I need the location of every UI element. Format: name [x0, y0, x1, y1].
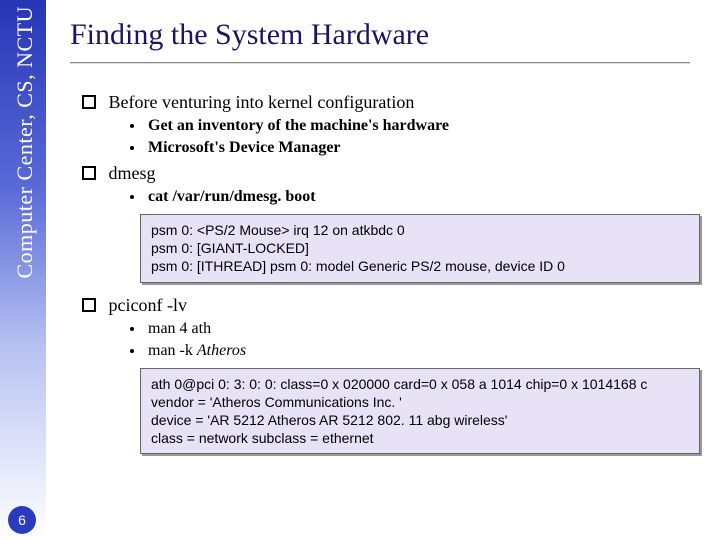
- bullet-text: pciconf -lv: [109, 295, 187, 315]
- subbullet-mank-atheros: man -k Atheros: [130, 342, 710, 360]
- square-bullet-icon: [82, 166, 96, 180]
- subbullet-text-prefix: man -k: [148, 342, 197, 359]
- output-box-dmesg: psm 0: <PS/2 Mouse> irq 12 on atkbdc 0 p…: [140, 214, 700, 283]
- content-area: Finding the System Hardware Before ventu…: [70, 0, 710, 540]
- bullet-dmesg: dmesg: [82, 163, 710, 184]
- title-divider: [70, 62, 690, 64]
- subbullet-text-italic: Atheros: [197, 342, 246, 359]
- subbullet-text-bold: /var/run/dmesg. boot: [172, 188, 315, 205]
- slide-body: Before venturing into kernel configurati…: [70, 92, 710, 454]
- subbullet-text: Get an inventory of the machine's hardwa…: [148, 117, 449, 134]
- bullet-pciconf: pciconf -lv: [82, 295, 710, 316]
- output-box-pciconf: ath 0@pci 0: 3: 0: 0: class=0 x 020000 c…: [140, 368, 700, 455]
- subbullet-text: man 4 ath: [148, 320, 211, 337]
- square-bullet-icon: [82, 95, 96, 109]
- bullet-text: Before venturing into kernel configurati…: [109, 92, 415, 112]
- dot-bullet-icon: [130, 195, 134, 199]
- page-number: 6: [18, 512, 26, 528]
- dot-bullet-icon: [130, 349, 134, 353]
- subbullet-text-prefix: cat: [148, 188, 172, 205]
- sidebar: Computer Center, CS, NCTU: [0, 0, 46, 540]
- subbullet-text-prefix: Microsoft's: [148, 139, 229, 156]
- sidebar-label: Computer Center, CS, NCTU: [12, 6, 38, 279]
- dot-bullet-icon: [130, 327, 134, 331]
- subbullet-text-bold: Device Manager: [229, 139, 341, 156]
- bullet-text: dmesg: [109, 163, 156, 183]
- subbullet-cat-dmesg: cat /var/run/dmesg. boot: [130, 188, 710, 206]
- dot-bullet-icon: [130, 146, 134, 150]
- square-bullet-icon: [82, 298, 96, 312]
- subbullet-device-manager: Microsoft's Device Manager: [130, 139, 710, 157]
- subbullet-inventory: Get an inventory of the machine's hardwa…: [130, 117, 710, 135]
- subbullet-man4ath: man 4 ath: [130, 320, 710, 338]
- bullet-before-venturing: Before venturing into kernel configurati…: [82, 92, 710, 113]
- page-number-badge: 6: [8, 506, 36, 534]
- slide-title: Finding the System Hardware: [70, 18, 710, 52]
- dot-bullet-icon: [130, 124, 134, 128]
- slide: Computer Center, CS, NCTU 6 Finding the …: [0, 0, 720, 540]
